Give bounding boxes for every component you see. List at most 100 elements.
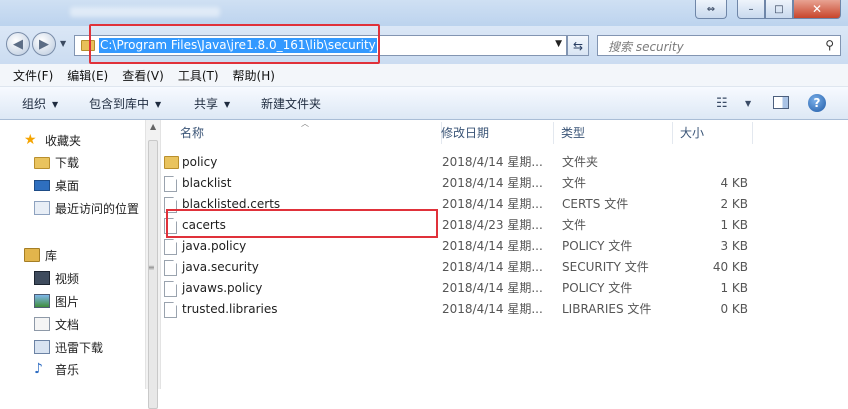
file-size: 3 KB (720, 239, 748, 253)
column-header-date[interactable]: 修改日期 (434, 122, 554, 144)
preview-pane-icon[interactable] (773, 96, 789, 109)
sidebar-item-libraries[interactable]: 库 (24, 244, 57, 266)
file-date: 2018/4/14 星期... (442, 302, 543, 316)
maximize-button[interactable]: □ (765, 0, 793, 19)
sidebar-item-desktop[interactable]: 桌面 (34, 174, 79, 196)
command-bar: 组织 ▼ 包含到库中 ▼ 共享 ▼ 新建文件夹 ☷ ▼ ? (0, 87, 848, 120)
desktop-icon (34, 179, 50, 191)
sidebar-item-thunder[interactable]: 迅雷下载 (34, 336, 103, 358)
folder-icon (164, 156, 179, 169)
minimize-button[interactable]: – (737, 0, 765, 19)
menu-edit[interactable]: 编辑(E) (60, 67, 115, 84)
file-date: 2018/4/14 星期... (442, 176, 543, 190)
file-size: 4 KB (720, 176, 748, 190)
file-row-java-security[interactable]: java.security 2018/4/14 星期... SECURITY 文… (162, 257, 848, 278)
libraries-icon (24, 248, 40, 262)
file-row-trusted-libraries[interactable]: trusted.libraries 2018/4/14 星期... LIBRAR… (162, 299, 848, 320)
file-icon (164, 176, 177, 192)
music-icon: ♪ (34, 361, 43, 377)
back-button[interactable]: ◀ (6, 32, 30, 56)
refresh-button[interactable]: ⇆ (567, 35, 589, 56)
organize-label: 组织 (22, 97, 47, 111)
file-type: LIBRARIES 文件 (562, 302, 652, 316)
search-icon[interactable]: ⚲ (825, 38, 834, 52)
scrollbar-thumb[interactable] (148, 140, 158, 409)
forward-arrow-icon: ▶ (39, 36, 49, 52)
file-size: 1 KB (720, 281, 748, 295)
documents-icon (34, 317, 50, 331)
file-row-policy[interactable]: policy 2018/4/14 星期... 文件夹 (162, 152, 848, 173)
file-list: ︿ 名称 修改日期 类型 大小 policy 2018/4/14 星期... 文… (162, 119, 848, 389)
menu-help[interactable]: 帮助(H) (226, 67, 282, 84)
help-icon[interactable]: ? (808, 94, 826, 112)
new-folder-button[interactable]: 新建文件夹 (261, 95, 321, 112)
file-row-javaws-policy[interactable]: javaws.policy 2018/4/14 星期... POLICY 文件 … (162, 278, 848, 299)
column-header-type[interactable]: 类型 (554, 122, 673, 144)
menu-bar: 文件(F) 编辑(E) 查看(V) 工具(T) 帮助(H) (0, 64, 848, 87)
star-icon: ★ (24, 132, 37, 148)
menu-view[interactable]: 查看(V) (115, 67, 171, 84)
file-size: 1 KB (720, 218, 748, 232)
sidebar-item-label: 库 (45, 248, 58, 263)
sidebar-item-downloads[interactable]: 下载 (34, 151, 79, 173)
navigation-scrollbar[interactable]: ▲ ≡ (145, 120, 161, 409)
file-date: 2018/4/14 星期... (442, 281, 543, 295)
chevron-down-icon[interactable]: ▼ (555, 39, 562, 49)
menu-tools[interactable]: 工具(T) (171, 67, 226, 84)
file-row-blacklist[interactable]: blacklist 2018/4/14 星期... 文件 4 KB (162, 173, 848, 194)
file-name: java.policy (182, 239, 247, 253)
annotation-highlight-cacerts (166, 209, 438, 238)
sidebar-item-label: 收藏夹 (45, 133, 82, 148)
chevron-down-icon[interactable]: ▼ (745, 99, 751, 108)
file-type: 文件夹 (562, 155, 599, 169)
chevron-down-icon: ▼ (224, 100, 231, 109)
file-type: POLICY 文件 (562, 239, 633, 253)
search-placeholder: 搜索 security (608, 40, 684, 54)
column-header-name[interactable]: 名称 (173, 122, 442, 144)
recent-places-icon (34, 201, 50, 215)
include-in-library-button[interactable]: 包含到库中 ▼ (89, 95, 161, 112)
file-type: CERTS 文件 (562, 197, 629, 211)
sidebar-item-music[interactable]: ♪ 音乐 (34, 358, 79, 380)
sidebar-item-label: 文档 (55, 317, 80, 332)
menu-file[interactable]: 文件(F) (6, 67, 60, 84)
close-button[interactable]: ✕ (793, 0, 841, 19)
sidebar-item-recent[interactable]: 最近访问的位置 (34, 197, 139, 219)
column-header-size[interactable]: 大小 (673, 122, 753, 144)
video-icon (34, 271, 50, 285)
file-size: 0 KB (720, 302, 748, 316)
change-view-icon[interactable]: ☷ (716, 96, 728, 111)
file-date: 2018/4/14 星期... (442, 197, 543, 211)
file-icon (164, 281, 177, 297)
file-date: 2018/4/23 星期... (442, 218, 543, 232)
sidebar-item-videos[interactable]: 视频 (34, 267, 79, 289)
resize-icon[interactable]: ⇔ (695, 0, 727, 19)
file-icon (164, 239, 177, 255)
refresh-icon: ⇆ (572, 38, 584, 53)
annotation-highlight-address (89, 24, 380, 64)
share-button[interactable]: 共享 ▼ (194, 95, 230, 112)
file-size: 2 KB (720, 197, 748, 211)
sidebar-item-favorites[interactable]: ★ 收藏夹 (24, 129, 81, 151)
chevron-down-icon: ▼ (155, 100, 162, 109)
file-name: java.security (182, 260, 259, 274)
file-date: 2018/4/14 星期... (442, 260, 543, 274)
file-date: 2018/4/14 星期... (442, 155, 543, 169)
scrollbar-grip-icon: ≡ (148, 263, 155, 272)
file-list-scrollbar-area (834, 120, 848, 389)
file-name: javaws.policy (182, 281, 263, 295)
include-in-library-label: 包含到库中 (89, 97, 150, 111)
scroll-up-icon[interactable]: ▲ (150, 122, 156, 131)
file-name: trusted.libraries (182, 302, 278, 316)
search-input[interactable]: 搜索 security ⚲ (597, 35, 841, 56)
file-size (681, 152, 748, 173)
downloads-folder-icon (34, 156, 50, 169)
pictures-icon (34, 294, 50, 308)
file-type: 文件 (562, 218, 587, 232)
file-row-java-policy[interactable]: java.policy 2018/4/14 星期... POLICY 文件 3 … (162, 236, 848, 257)
forward-button[interactable]: ▶ (32, 32, 56, 56)
recent-pages-dropdown-icon[interactable]: ▼ (60, 39, 66, 48)
organize-button[interactable]: 组织 ▼ (22, 95, 58, 112)
sidebar-item-pictures[interactable]: 图片 (34, 290, 79, 312)
sidebar-item-documents[interactable]: 文档 (34, 313, 79, 335)
